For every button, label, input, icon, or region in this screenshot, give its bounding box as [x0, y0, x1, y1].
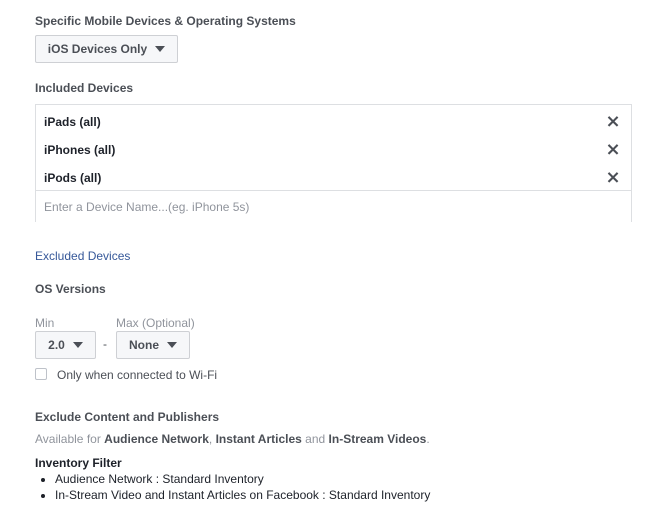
- device-type-dropdown-value: iOS Devices Only: [47, 42, 148, 56]
- close-icon[interactable]: ×: [605, 168, 621, 188]
- chevron-down-icon: [155, 46, 166, 52]
- period-text: .: [426, 432, 430, 446]
- device-token-label: iPhones (all): [44, 143, 116, 157]
- included-devices-title: Included Devices: [35, 81, 134, 95]
- wifi-only-label[interactable]: Only when connected to Wi-Fi: [57, 368, 217, 382]
- device-token-label: iPads (all): [44, 115, 101, 129]
- max-version-label: Max (Optional): [116, 316, 195, 330]
- device-name-input[interactable]: [36, 190, 631, 222]
- os-versions-title: OS Versions: [35, 282, 106, 296]
- chevron-down-icon: [167, 342, 177, 348]
- min-version-dropdown[interactable]: 2.0: [35, 331, 96, 359]
- included-devices-box: iPads (all) × iPhones (all) × iPods (all…: [35, 104, 632, 222]
- exclude-content-description: Available for Audience Network, Instant …: [35, 432, 430, 446]
- device-token: iPods (all) ×: [44, 168, 623, 190]
- instant-articles-text: Instant Articles: [215, 432, 302, 446]
- max-version-value: None: [129, 338, 159, 352]
- min-version-value: 2.0: [48, 338, 65, 352]
- device-token: iPads (all) ×: [44, 112, 623, 134]
- list-item: Audience Network : Standard Inventory: [55, 471, 430, 487]
- in-stream-videos-text: In-Stream Videos: [328, 432, 427, 446]
- inventory-filter-list: Audience Network : Standard Inventory In…: [40, 471, 430, 503]
- device-token: iPhones (all) ×: [44, 140, 623, 162]
- version-range-separator: -: [103, 337, 107, 351]
- inventory-filter-title: Inventory Filter: [35, 456, 122, 470]
- device-token-label: iPods (all): [44, 171, 102, 185]
- exclude-content-title: Exclude Content and Publishers: [35, 410, 220, 424]
- chevron-down-icon: [72, 342, 83, 348]
- close-icon[interactable]: ×: [605, 140, 621, 160]
- and-text: and: [305, 432, 326, 446]
- close-icon[interactable]: ×: [605, 112, 621, 132]
- available-for-text: Available for: [35, 432, 101, 446]
- comma-text: ,: [208, 432, 213, 446]
- min-version-label: Min: [35, 316, 55, 330]
- device-type-dropdown[interactable]: iOS Devices Only: [35, 35, 178, 63]
- excluded-devices-link[interactable]: Excluded Devices: [35, 249, 130, 263]
- wifi-only-checkbox[interactable]: [35, 368, 47, 380]
- devices-section-title: Specific Mobile Devices & Operating Syst…: [35, 14, 296, 28]
- max-version-dropdown[interactable]: None: [116, 331, 190, 359]
- audience-network-text: Audience Network: [104, 432, 209, 446]
- list-item: In-Stream Video and Instant Articles on …: [55, 487, 430, 503]
